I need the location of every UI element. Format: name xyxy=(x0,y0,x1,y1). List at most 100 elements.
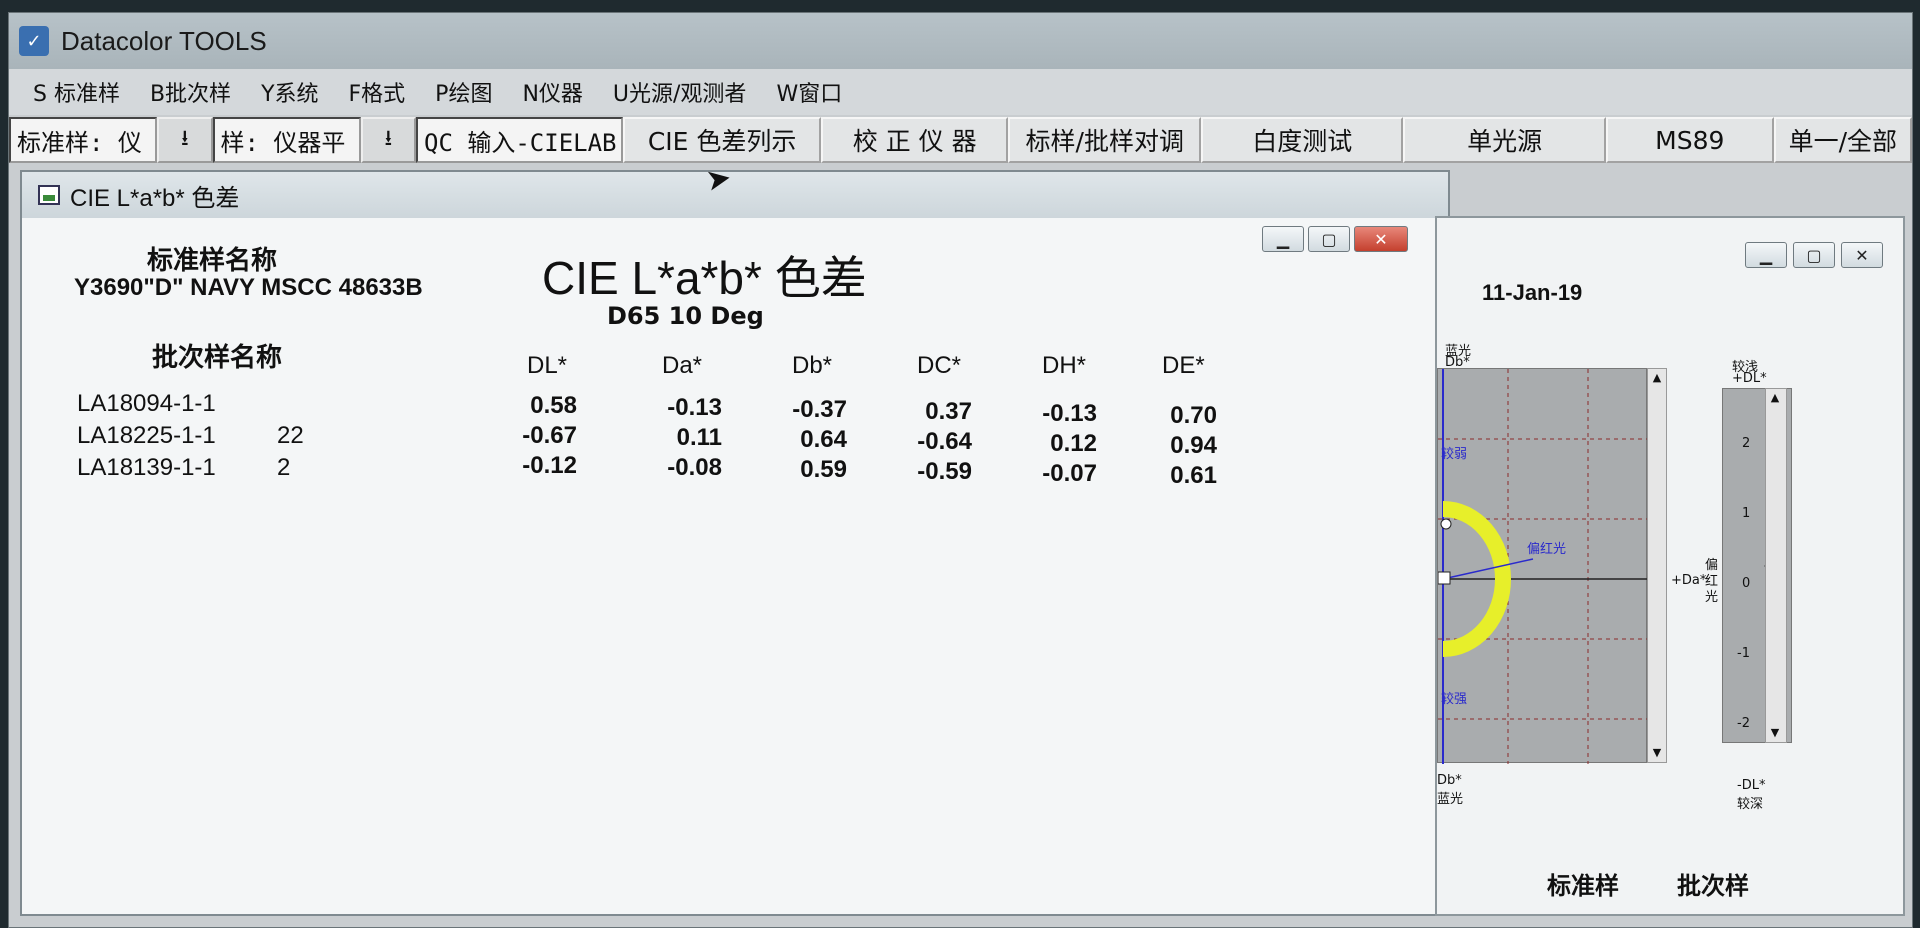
standard-name: Y3690"D" NAVY MSCC 48633B xyxy=(74,274,423,301)
footer-standard-label: 标准样 xyxy=(1547,872,1619,900)
menu-format[interactable]: F格式 xyxy=(349,76,406,108)
column-header-dh: DH* xyxy=(1042,352,1087,379)
cell-da: -0.13 xyxy=(667,394,722,421)
standard-name-header: 标准样名称 xyxy=(147,246,278,276)
illuminant-label: D65 10 Deg xyxy=(607,302,764,330)
qc-input-field[interactable]: QC 输入-CIELAB xyxy=(416,117,624,163)
batch-row-name: LA18225-1-1 xyxy=(77,422,216,449)
menu-system[interactable]: Y系统 xyxy=(261,76,318,108)
dl-tick: -2 xyxy=(1737,716,1750,731)
menubar: S 标准样 B批次样 Y系统 F格式 P绘图 N仪器 U光源/观测者 W窗口 xyxy=(9,69,1912,115)
cell-da: 0.11 xyxy=(676,424,722,451)
standard-dropdown-button[interactable]: ⭳ xyxy=(157,117,213,163)
menu-plot[interactable]: P绘图 xyxy=(435,76,492,108)
batch-field[interactable]: 样: 仪器平 xyxy=(212,117,361,163)
diff-report: 标准样名称 Y3690"D" NAVY MSCC 48633B CIE L*a*… xyxy=(52,232,1448,914)
dadb-plot xyxy=(1437,368,1648,764)
cell-dh: -0.07 xyxy=(1042,460,1097,487)
batch-row-extra: 2 xyxy=(277,454,291,481)
single-all-button[interactable]: 单一/全部 xyxy=(1773,117,1912,163)
scroll-down-icon[interactable]: ▼ xyxy=(1768,726,1782,740)
batch-marker xyxy=(1440,518,1452,530)
cell-dl: -0.12 xyxy=(522,452,577,479)
cie-lab-diff-window: CIE L*a*b* 色差 ▁ ▢ ✕ 标准样名称 Y3690"D" NAVY … xyxy=(20,170,1450,916)
plot-side-window: ▁ ▢ ✕ 11-Jan-19 蓝光 Db* 较弱 偏红光 较强 ▲ ▼ +Da… xyxy=(1435,216,1905,916)
dl-tick: 0 xyxy=(1742,576,1751,591)
batch-row-extra: 22 xyxy=(277,422,304,449)
dl-side-label: 偏红光 xyxy=(1705,558,1719,605)
dadb-plot-svg xyxy=(1437,369,1648,764)
child-titlebar: CIE L*a*b* 色差 xyxy=(22,172,1448,218)
menu-standard[interactable]: S 标准样 xyxy=(33,76,120,108)
da-axis-label: +Da* xyxy=(1671,573,1707,588)
cell-dc: -0.59 xyxy=(917,458,972,485)
batch-row-name: LA18094-1-1 xyxy=(77,390,216,417)
footer-batch-label: 批次样 xyxy=(1677,872,1749,900)
column-header-da: Da* xyxy=(662,352,703,379)
scroll-down-icon[interactable]: ▼ xyxy=(1650,746,1664,760)
cell-db: 0.59 xyxy=(800,456,847,483)
dl-bottom-label: 较深 xyxy=(1737,797,1764,812)
side-window-controls: ▁ ▢ ✕ xyxy=(1745,242,1883,268)
lower-region-label: 较强 xyxy=(1441,692,1468,707)
cell-de: 0.70 xyxy=(1170,402,1217,429)
dl-tick: 2 xyxy=(1742,436,1751,451)
child-title: CIE L*a*b* 色差 xyxy=(70,184,240,212)
red-direction-label: 偏红光 xyxy=(1527,542,1567,557)
menu-illuminant-observer[interactable]: U光源/观测者 xyxy=(613,76,747,108)
swap-standard-batch-button[interactable]: 标样/批样对调 xyxy=(1008,117,1202,163)
calibrate-instrument-button[interactable]: 校 正 仪 器 xyxy=(820,117,1009,163)
close-icon[interactable]: ✕ xyxy=(1841,242,1883,268)
dl-bottom-axis: -DL* xyxy=(1737,778,1766,793)
cell-dc: 0.37 xyxy=(925,398,972,425)
dl-top-axis: +DL* xyxy=(1732,371,1767,386)
cell-dl: 0.58 xyxy=(530,392,577,419)
batch-row-name: LA18139-1-1 xyxy=(77,454,216,481)
minimize-icon[interactable]: ▁ xyxy=(1745,242,1787,268)
ms89-button[interactable]: MS89 xyxy=(1605,117,1774,163)
column-header-db: Db* xyxy=(792,352,833,379)
app-titlebar: ✓ Datacolor TOOLS xyxy=(9,13,1912,69)
menu-batch[interactable]: B批次样 xyxy=(150,76,231,108)
red-direction-arrow xyxy=(1442,558,1534,580)
report-title: CIE L*a*b* 色差 xyxy=(542,252,867,304)
cell-dh: 0.12 xyxy=(1050,430,1097,457)
dl-scrollbar[interactable]: ▲ ▼ xyxy=(1765,388,1787,743)
maximize-icon[interactable]: ▢ xyxy=(1793,242,1835,268)
plot-scrollbar[interactable]: ▲ ▼ xyxy=(1647,368,1667,763)
cell-de: 0.61 xyxy=(1170,462,1217,489)
report-date: 11-Jan-19 xyxy=(1482,280,1583,305)
standard-marker xyxy=(1437,571,1451,585)
whiteness-test-button[interactable]: 白度测试 xyxy=(1201,117,1404,163)
cell-da: -0.08 xyxy=(667,454,722,481)
scroll-up-icon[interactable]: ▲ xyxy=(1650,371,1664,385)
toolbar: 标准样: 仪 ⭳ 样: 仪器平 ⭳ QC 输入-CIELAB CIE 色差列示 … xyxy=(9,117,1912,163)
menu-instrument[interactable]: N仪器 xyxy=(522,76,582,108)
dl-tick: 1 xyxy=(1742,506,1751,521)
column-header-dc: DC* xyxy=(917,352,962,379)
single-illuminant-button[interactable]: 单光源 xyxy=(1403,117,1606,163)
cie-diff-list-button[interactable]: CIE 色差列示 xyxy=(623,117,821,163)
cell-dh: -0.13 xyxy=(1042,400,1097,427)
upper-region-label: 较弱 xyxy=(1441,447,1468,462)
menu-window[interactable]: W窗口 xyxy=(776,76,842,108)
download-arrow-icon: ⭳ xyxy=(181,126,189,151)
cell-dl: -0.67 xyxy=(522,422,577,449)
standard-field[interactable]: 标准样: 仪 xyxy=(9,117,158,163)
picture-icon xyxy=(38,185,60,205)
dl-tick: -1 xyxy=(1737,646,1750,661)
scroll-up-icon[interactable]: ▲ xyxy=(1768,391,1782,405)
app-logo-icon: ✓ xyxy=(19,26,49,56)
batch-dropdown-button[interactable]: ⭳ xyxy=(360,117,416,163)
cell-de: 0.94 xyxy=(1170,432,1217,459)
cell-db: 0.64 xyxy=(800,426,847,453)
column-header-dl: DL* xyxy=(527,352,568,379)
cell-dc: -0.64 xyxy=(917,428,972,455)
cell-db: -0.37 xyxy=(792,396,847,423)
plot-bottom-label: 蓝光 xyxy=(1437,792,1464,807)
plot-bottom-axis: Db* xyxy=(1437,773,1462,788)
download-arrow-icon: ⭳ xyxy=(384,126,393,151)
batch-name-header: 批次样名称 xyxy=(152,343,283,373)
column-header-de: DE* xyxy=(1162,352,1205,379)
app-title: Datacolor TOOLS xyxy=(61,25,267,56)
